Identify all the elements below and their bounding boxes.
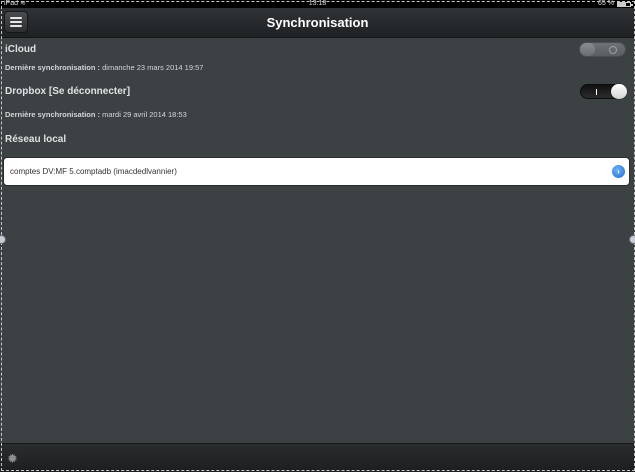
status-battery: 65 % xyxy=(598,0,633,8)
battery-percent: 65 % xyxy=(598,0,614,7)
gear-icon[interactable]: ✹ xyxy=(7,452,18,465)
dropbox-last-sync-value: mardi 29 avril 2014 18:53 xyxy=(102,110,187,119)
status-time: 13:18 xyxy=(308,0,327,7)
dropbox-last-sync: Dernière synchronisation : mardi 29 avri… xyxy=(5,110,187,119)
icloud-toggle[interactable] xyxy=(579,42,626,57)
toggle-off-indicator-icon xyxy=(609,46,617,54)
resize-handle-left[interactable] xyxy=(0,235,6,244)
local-network-item-label: comptes DV:MF 5.comptadb (imacdedlvannie… xyxy=(10,167,177,176)
toggle-knob xyxy=(611,84,627,99)
local-network-item[interactable]: comptes DV:MF 5.comptadb (imacdedlvannie… xyxy=(3,157,630,186)
icloud-last-sync-label: Dernière synchronisation : xyxy=(5,63,101,72)
toggle-on-indicator-icon xyxy=(596,89,597,95)
navigation-bar: Synchronisation xyxy=(0,8,635,38)
dropbox-last-sync-label: Dernière synchronisation : xyxy=(5,110,101,119)
bottom-toolbar: ✹ xyxy=(0,443,635,472)
toggle-knob xyxy=(580,43,595,56)
disclosure-arrow-icon[interactable]: › xyxy=(612,165,625,178)
resize-handle-right[interactable] xyxy=(629,235,635,244)
icloud-last-sync: Dernière synchronisation : dimanche 23 m… xyxy=(5,63,203,72)
dropbox-toggle[interactable] xyxy=(580,84,627,99)
icloud-title: iCloud xyxy=(5,44,37,55)
icloud-last-sync-value: dimanche 23 mars 2014 19:57 xyxy=(102,63,204,72)
page-title: Synchronisation xyxy=(266,15,369,30)
status-bar: iPad ≋ 13:18 65 % xyxy=(0,0,635,8)
local-network-title: Réseau local xyxy=(5,134,67,145)
battery-fill xyxy=(618,2,626,6)
dropbox-title: Dropbox [Se déconnecter] xyxy=(5,86,131,97)
battery-icon xyxy=(617,1,633,7)
